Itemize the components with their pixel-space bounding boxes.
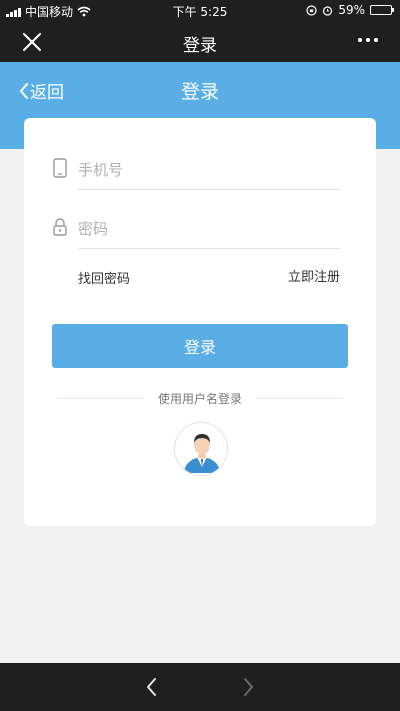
password-input[interactable] — [78, 209, 340, 249]
phone-icon — [53, 158, 67, 178]
user-avatar-icon — [184, 434, 220, 473]
battery-icon — [370, 5, 394, 15]
phone-input[interactable] — [78, 150, 340, 190]
webview-top-bar: 登录 — [0, 22, 400, 62]
back-button[interactable]: 返回 — [18, 78, 64, 103]
lock-icon — [53, 218, 67, 236]
status-bar: 中国移动 下午 5:25 59% — [0, 0, 400, 22]
rotation-lock-icon — [306, 4, 317, 16]
back-label: 返回 — [30, 83, 64, 103]
register-link[interactable]: 立即注册 — [288, 266, 340, 285]
nav-back-icon[interactable] — [144, 677, 160, 697]
phone-field — [52, 150, 340, 190]
divider-line-right — [256, 398, 342, 399]
more-icon[interactable] — [358, 38, 378, 42]
username-login-button[interactable] — [174, 422, 228, 476]
password-field — [52, 209, 340, 249]
alarm-icon — [323, 5, 333, 16]
login-card: 找回密码 立即注册 登录 使用用户名登录 — [24, 118, 376, 526]
chevron-left-icon — [20, 82, 28, 99]
alt-login-divider: 使用用户名登录 — [58, 390, 342, 408]
login-button[interactable]: 登录 — [52, 324, 348, 368]
battery-percent: 59% — [338, 3, 365, 17]
browser-bottom-bar — [0, 663, 400, 711]
nav-forward-icon — [244, 678, 253, 696]
status-right: 59% — [306, 3, 394, 17]
forgot-password-link[interactable]: 找回密码 — [78, 268, 130, 287]
webview-title: 登录 — [183, 36, 217, 56]
